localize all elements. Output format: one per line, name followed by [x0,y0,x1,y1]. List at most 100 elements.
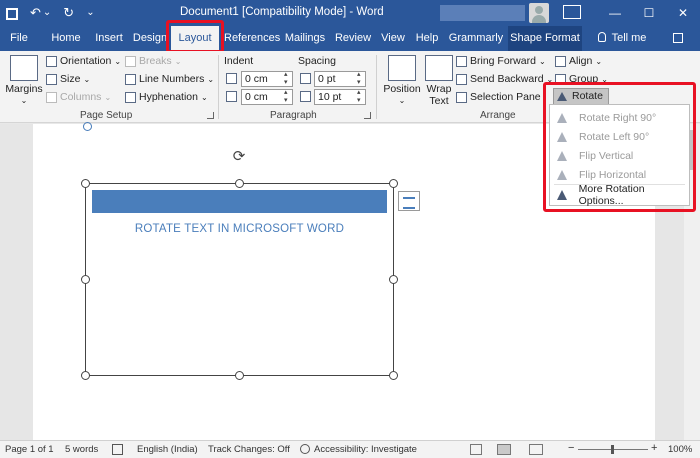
chevron-down-icon: ⌄ [207,74,215,84]
chevron-down-icon: ⌄ [595,56,603,66]
paragraph-group-label: Paragraph [270,110,317,121]
zoom-out-button[interactable]: − [568,442,574,454]
track-changes-status[interactable]: Track Changes: Off [208,444,290,455]
tab-help[interactable]: Help [412,26,442,51]
bring-forward-button[interactable]: Bring Forward ⌄ [456,55,546,67]
ribbon-display-options-icon[interactable] [563,5,581,19]
proofing-icon[interactable] [112,444,123,455]
avatar[interactable] [529,3,549,23]
send-backward-button[interactable]: Send Backward ⌄ [456,73,553,85]
page-setup-dialog-launcher-icon[interactable] [207,112,214,119]
tab-file[interactable]: File [4,26,34,51]
indent-right-icon [226,91,237,102]
position-button[interactable]: Position ⌄ [381,83,423,107]
position-icon[interactable] [388,55,416,81]
account-name-redacted [440,5,525,21]
tab-mailings[interactable]: Mailings [282,26,328,51]
group-divider [218,55,219,119]
blue-header-bar [92,190,387,213]
chevron-down-icon: ⌄ [104,92,112,102]
line-numbers-button[interactable]: Line Numbers ⌄ [125,73,214,85]
spacing-before-icon [300,73,311,84]
anchor-icon [83,122,92,131]
resize-handle-right[interactable] [389,275,398,284]
tab-view[interactable]: View [378,26,408,51]
print-layout-view-icon[interactable] [497,444,511,455]
window-controls: — ☐ ✕ [598,0,700,26]
resize-handle-top-left[interactable] [81,179,90,188]
tab-grammarly[interactable]: Grammarly [448,26,504,51]
undo-icon[interactable]: ↶ [30,4,41,22]
text-box-content[interactable]: ROTATE TEXT IN MICROSOFT WORD [92,223,387,235]
layout-options-icon[interactable] [398,191,420,211]
chevron-down-icon: ⌄ [200,92,208,102]
zoom-level[interactable]: 100% [668,444,692,455]
tell-me-search[interactable]: Tell me [592,26,652,51]
save-icon[interactable] [6,8,18,20]
margins-button[interactable]: Margins ⌄ [2,83,46,107]
close-button[interactable]: ✕ [666,0,700,26]
size-icon [46,73,57,85]
quick-access-toolbar: ↶ ⌄ ↻ ⌄ [6,4,95,22]
margins-icon[interactable] [10,55,38,81]
selection-pane-button[interactable]: Selection Pane [456,91,541,103]
spacing-label: Spacing [298,55,336,67]
accessibility-icon [300,444,310,454]
spacing-after-input[interactable]: 10 pt [314,89,366,105]
undo-dropdown-icon[interactable]: ⌄ [43,4,51,22]
maximize-button[interactable]: ☐ [632,0,666,26]
tab-insert[interactable]: Insert [90,26,128,51]
tab-shape-format[interactable]: Shape Format [508,26,582,51]
size-button[interactable]: Size ⌄ [46,73,90,85]
minimize-button[interactable]: — [598,0,632,26]
line-numbers-icon [125,73,136,85]
tab-review[interactable]: Review [334,26,372,51]
chevron-down-icon: ⌄ [20,96,28,105]
layout-tab-highlight [166,20,224,53]
lightbulb-icon [597,32,606,42]
focus-mode-icon[interactable] [470,444,482,455]
resize-handle-bottom[interactable] [235,371,244,380]
paragraph-dialog-launcher-icon[interactable] [364,112,371,119]
orientation-button[interactable]: Orientation ⌄ [46,55,121,67]
spacing-before-input[interactable]: 0 pt [314,71,366,87]
resize-handle-bottom-right[interactable] [389,371,398,380]
breaks-button[interactable]: Breaks ⌄ [125,55,181,67]
align-icon [555,55,566,67]
page-count[interactable]: Page 1 of 1 [5,444,54,455]
bring-forward-icon [456,55,467,67]
tab-home[interactable]: Home [46,26,86,51]
align-button[interactable]: Align ⌄ [555,55,602,67]
tab-references[interactable]: References [224,26,280,51]
page-setup-group-label: Page Setup [80,110,133,121]
zoom-slider-thumb[interactable] [611,445,614,454]
word-count[interactable]: 5 words [65,444,98,455]
columns-button[interactable]: Columns ⌄ [46,91,111,103]
rotate-menu-highlight [543,82,696,212]
columns-icon [46,91,57,103]
wrap-text-icon[interactable] [425,55,453,81]
resize-handle-top[interactable] [235,179,244,188]
language-indicator[interactable]: English (India) [137,444,198,455]
wrap-text-button[interactable]: Wrap Text [422,83,456,107]
rotate-handle-icon[interactable]: ⟳ [230,148,248,166]
chevron-down-icon: ⌄ [538,56,546,66]
indent-left-input[interactable]: 0 cm [241,71,293,87]
redo-icon[interactable]: ↻ [63,4,74,22]
hyphenation-button[interactable]: Hyphenation ⌄ [125,91,208,103]
hyphenation-icon [125,91,136,103]
tab-design[interactable]: Design [132,26,168,51]
resize-handle-bottom-left[interactable] [81,371,90,380]
resize-handle-top-right[interactable] [389,179,398,188]
indent-right-input[interactable]: 0 cm [241,89,293,105]
accessibility-status[interactable]: Accessibility: Investigate [314,444,417,455]
indent-label: Indent [224,55,254,67]
spacing-after-icon [300,91,311,102]
send-backward-icon [456,73,467,85]
web-layout-view-icon[interactable] [529,444,543,455]
zoom-in-button[interactable]: + [651,442,657,454]
customize-toolbar-icon[interactable]: ⌄ [86,4,94,22]
resize-handle-left[interactable] [81,275,90,284]
share-icon[interactable] [660,26,696,51]
status-bar: Page 1 of 1 5 words English (India) Trac… [0,440,700,458]
